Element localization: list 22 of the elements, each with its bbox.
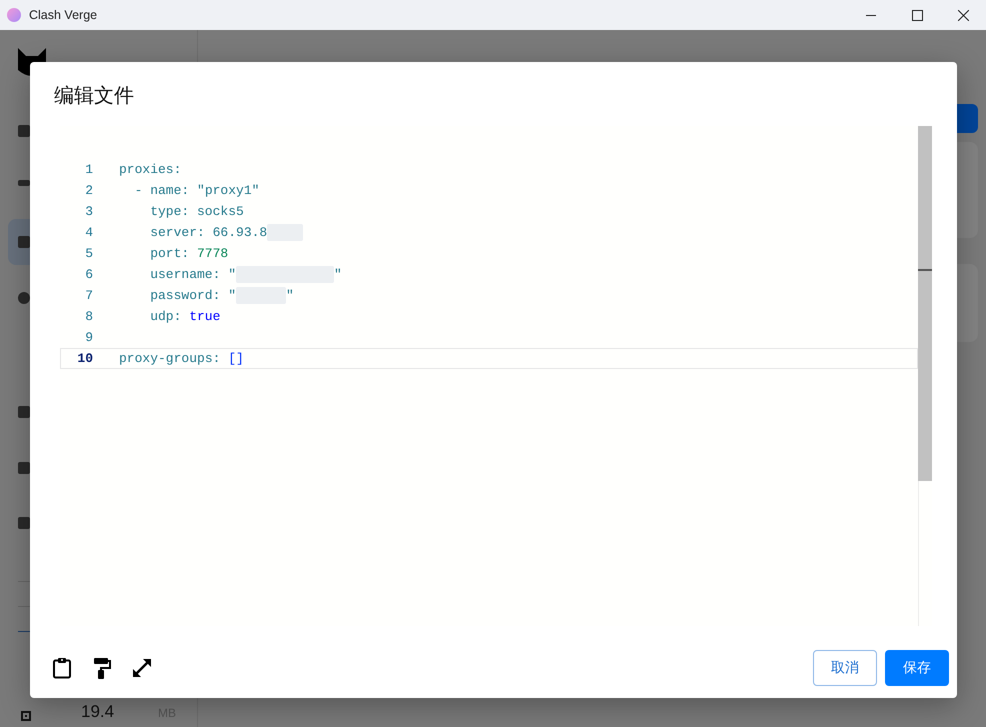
- code-line: 7 password: " ": [84, 286, 295, 306]
- scrollbar-thumb[interactable]: [918, 126, 932, 481]
- code-line: 6 username: " ": [84, 265, 343, 285]
- memory-icon: [20, 710, 32, 722]
- clipboard-icon[interactable]: [52, 656, 72, 680]
- code-line: 5 port: 7778: [84, 245, 230, 263]
- code-line: 8 udp: true: [84, 308, 222, 326]
- code-line: 9: [84, 329, 94, 347]
- close-icon[interactable]: [958, 10, 968, 20]
- expand-icon[interactable]: [132, 656, 152, 680]
- maximize-icon[interactable]: [912, 10, 922, 20]
- memory-value: 19.4: [81, 702, 114, 722]
- code-line: 2 - name: "proxy1": [84, 182, 260, 200]
- dialog-title: 编辑文件: [53, 84, 135, 109]
- paint-roller-icon[interactable]: [92, 656, 112, 680]
- code-line: 1 proxies:: [84, 161, 182, 179]
- app-logo-icon: [7, 8, 21, 22]
- code-line: 3 type: socks5: [84, 203, 245, 221]
- code-line: 4 server: 66.93.8: [60, 222, 918, 243]
- window-title: Clash Verge: [29, 8, 98, 22]
- save-button[interactable]: 保存: [885, 650, 949, 686]
- cancel-button[interactable]: 取消: [813, 650, 877, 686]
